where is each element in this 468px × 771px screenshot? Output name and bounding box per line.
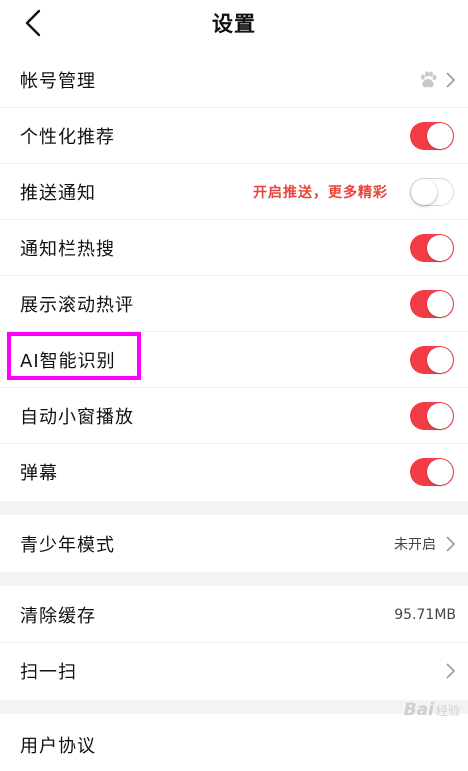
header: 设置 — [0, 0, 468, 46]
page-title: 设置 — [212, 12, 256, 36]
teen-mode-status: 未开启 — [394, 537, 436, 553]
push-notification-toggle[interactable] — [410, 177, 454, 206]
highlight-box — [7, 332, 141, 380]
watermark: Bai 经验 — [404, 700, 460, 720]
danmaku-label: 弹幕 — [20, 463, 58, 484]
watermark-text: Bai — [403, 700, 434, 720]
watermark-sub: 经验 — [435, 704, 460, 718]
account-management-label: 帐号管理 — [20, 70, 96, 92]
push-promo-text: 开启推送，更多精彩 — [253, 184, 388, 201]
ai-recognition-toggle[interactable] — [410, 345, 454, 374]
scrolling-hot-comments-row: 展示滚动热评 — [0, 276, 468, 332]
paw-icon — [421, 70, 437, 87]
scrolling-hot-comments-label: 展示滚动热评 — [20, 294, 134, 316]
notification-bar-hot-search-label: 通知栏热搜 — [20, 238, 115, 260]
personalized-recommendation-row: 个性化推荐 — [0, 108, 468, 164]
danmaku-row: 弹幕 — [0, 444, 468, 500]
section-divider — [0, 700, 468, 714]
auto-mini-window-row: 自动小窗播放 — [0, 388, 468, 444]
notification-bar-hot-search-row: 通知栏热搜 — [0, 220, 468, 276]
scan-row[interactable]: 扫一扫 — [0, 643, 468, 699]
teen-mode-row[interactable]: 青少年模式 未开启 — [0, 516, 468, 572]
personalized-recommendation-toggle[interactable] — [410, 121, 454, 150]
chevron-right-icon — [444, 662, 456, 680]
auto-mini-window-label: 自动小窗播放 — [20, 406, 134, 428]
section-divider — [0, 572, 468, 586]
teen-mode-label: 青少年模式 — [20, 535, 115, 556]
user-agreement-label: 用户协议 — [20, 736, 96, 757]
account-management-row[interactable]: 帐号管理 — [0, 52, 468, 108]
chevron-right-icon — [444, 71, 456, 89]
notification-bar-hot-search-toggle[interactable] — [410, 233, 454, 262]
danmaku-toggle[interactable] — [410, 458, 454, 486]
personalized-recommendation-label: 个性化推荐 — [20, 126, 115, 148]
cache-size: 95.71MB — [394, 606, 456, 623]
scrolling-hot-comments-toggle[interactable] — [410, 289, 454, 318]
push-notification-label: 推送通知 — [20, 182, 96, 204]
scan-label: 扫一扫 — [20, 662, 77, 683]
user-agreement-row[interactable]: 用户协议 — [0, 715, 468, 771]
chevron-right-icon — [444, 535, 456, 553]
push-notification-row: 推送通知 开启推送，更多精彩 — [0, 164, 468, 220]
clear-cache-row[interactable]: 清除缓存 95.71MB — [0, 587, 468, 643]
section-divider — [0, 501, 468, 515]
clear-cache-label: 清除缓存 — [20, 605, 96, 627]
auto-mini-window-toggle[interactable] — [410, 401, 454, 430]
